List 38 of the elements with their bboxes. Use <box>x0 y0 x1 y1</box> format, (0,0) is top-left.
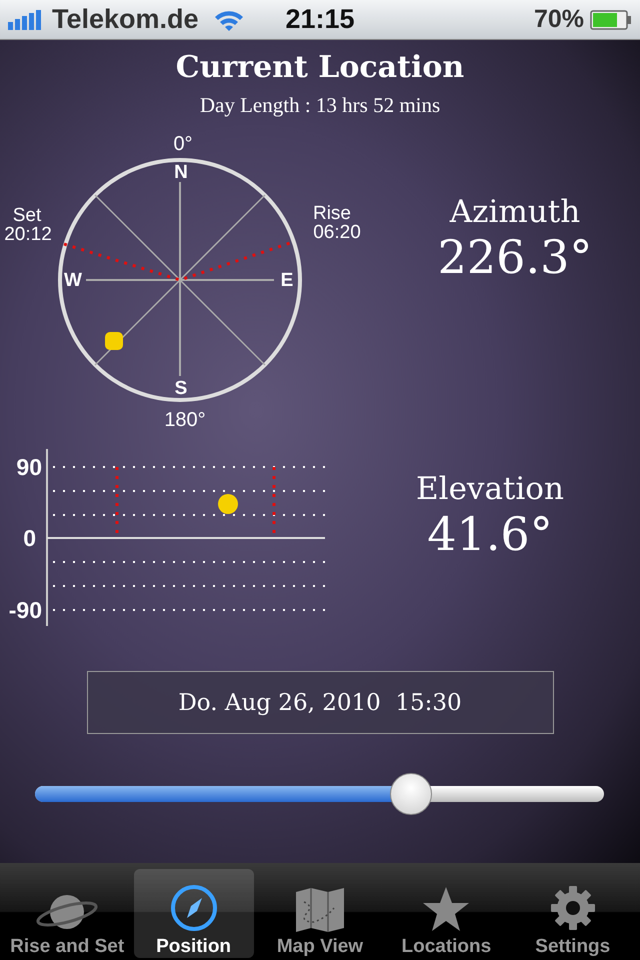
axis-tick-label: -90 <box>8 597 42 623</box>
compass-icon <box>170 884 218 932</box>
tab[interactable]: Rise and Set <box>7 869 128 958</box>
elevation-label: Elevation <box>416 471 564 507</box>
slider-thumb[interactable] <box>390 773 432 815</box>
battery-icon <box>590 10 632 30</box>
set-time: 20:12 <box>4 224 52 245</box>
north-label: N <box>174 162 188 183</box>
sun-marker <box>218 494 238 514</box>
azimuth-label: Azimuth <box>450 194 580 230</box>
elevation-value: 41.6° <box>427 507 553 561</box>
screen-title: Current Location <box>174 50 466 85</box>
degree-label: 0° <box>173 133 193 155</box>
clock-time: 21:15 <box>285 4 355 35</box>
axis-tick-label: 90 <box>16 454 42 480</box>
south-label: S <box>174 378 188 399</box>
carrier-name: Telekom.de <box>52 4 199 35</box>
tab[interactable]: Locations <box>386 869 506 958</box>
azimuth-value: 226.3° <box>438 230 592 284</box>
time-slider[interactable] <box>35 774 604 814</box>
tab[interactable]: Settings <box>512 869 633 958</box>
star-icon <box>422 886 470 932</box>
west-label: W <box>64 270 82 291</box>
tab[interactable]: Position <box>134 869 254 958</box>
planet-icon <box>35 892 100 932</box>
axis-tick-label: 0 <box>23 525 36 551</box>
day-length: Day Length : 13 hrs 52 mins <box>198 93 442 118</box>
east-label: E <box>280 270 294 291</box>
tab[interactable]: Map View <box>260 869 380 958</box>
sun-marker <box>105 332 123 350</box>
rise-label: Rise <box>313 203 351 224</box>
battery-percent: 70% <box>534 5 584 34</box>
set-label: Set <box>12 205 42 226</box>
date-time-button[interactable]: Do. Aug 26, 2010 15:30 <box>86 671 554 734</box>
rise-time: 06:20 <box>313 222 361 243</box>
degree-label: 180° <box>164 409 206 431</box>
settings-icon <box>548 884 597 932</box>
map-icon <box>294 888 346 932</box>
